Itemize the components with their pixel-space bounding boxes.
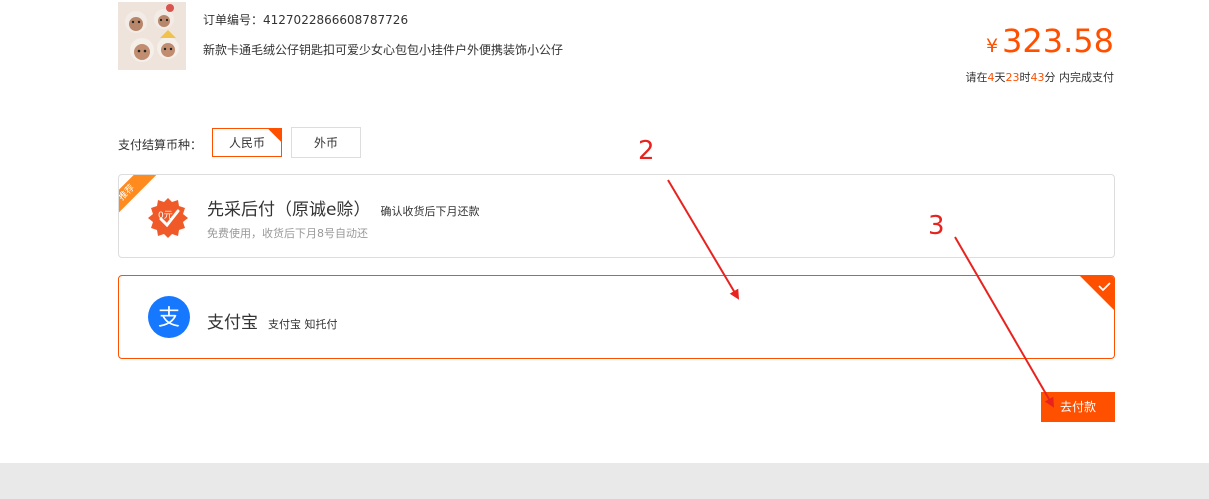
alipay-title-row: 支付宝 支付宝 知托付	[207, 308, 338, 333]
credit-title: 先采后付（原诚e赊）	[207, 200, 371, 220]
deadline-hours-unit: 时	[1019, 71, 1031, 84]
selected-corner-icon	[268, 129, 281, 142]
amount-value: 323.58	[1002, 22, 1114, 60]
deadline-days: 4	[987, 71, 995, 84]
deadline-minutes: 43	[1030, 71, 1045, 84]
alipay-icon-text: 支	[158, 306, 180, 331]
deadline-prefix: 请在	[965, 71, 988, 84]
payment-deadline: 请在4天23时43分 内完成支付	[966, 69, 1115, 85]
payment-method-alipay[interactable]: 支 支付宝 支付宝 知托付	[118, 275, 1115, 359]
alipay-title: 支付宝	[207, 313, 258, 333]
currency-symbol: ¥	[985, 35, 999, 57]
credit-badge-icon: 0元	[147, 197, 189, 239]
page-footer	[0, 463, 1209, 499]
credit-title-row: 先采后付（原诚e赊） 确认收货后下月还款	[207, 195, 479, 220]
annotation-label-2: 2	[638, 136, 655, 166]
order-product-title[interactable]: 新款卡通毛绒公仔钥匙扣可爱少女心包包小挂件户外便携装饰小公仔	[203, 41, 563, 58]
selected-check-icon	[1079, 276, 1114, 311]
currency-label: 支付结算币种：	[118, 138, 203, 152]
payment-method-credit[interactable]: 推荐 0元 先采后付（原诚e赊） 确认收货后下月还款 免费使用，收货后下月8号自动…	[118, 174, 1115, 258]
order-number-value: 4127022866608787726	[263, 13, 409, 27]
alipay-subtitle: 支付宝 知托付	[268, 318, 338, 331]
credit-badge-text: 0元	[158, 211, 173, 221]
order-number-label: 订单编号：	[203, 13, 264, 27]
currency-option-rmb-label: 人民币	[228, 136, 265, 150]
annotation-label-3: 3	[928, 211, 945, 241]
currency-option-foreign[interactable]: 外币	[291, 127, 361, 158]
plush-toys-image	[118, 2, 186, 70]
currency-option-rmb[interactable]: 人民币	[212, 128, 282, 157]
currency-option-foreign-label: 外币	[313, 136, 338, 150]
pay-button[interactable]: 去付款	[1041, 392, 1115, 422]
order-number: 订单编号：4127022866608787726	[203, 11, 408, 28]
alipay-icon: 支	[148, 296, 190, 338]
deadline-hours: 23	[1005, 71, 1020, 84]
credit-subtitle: 确认收货后下月还款	[380, 205, 480, 218]
order-amount: ¥323.58	[986, 22, 1114, 60]
credit-description: 免费使用，收货后下月8号自动还	[207, 227, 368, 240]
product-thumbnail[interactable]	[118, 2, 186, 70]
deadline-days-unit: 天	[994, 71, 1006, 84]
deadline-suffix: 分 内完成支付	[1044, 71, 1115, 84]
